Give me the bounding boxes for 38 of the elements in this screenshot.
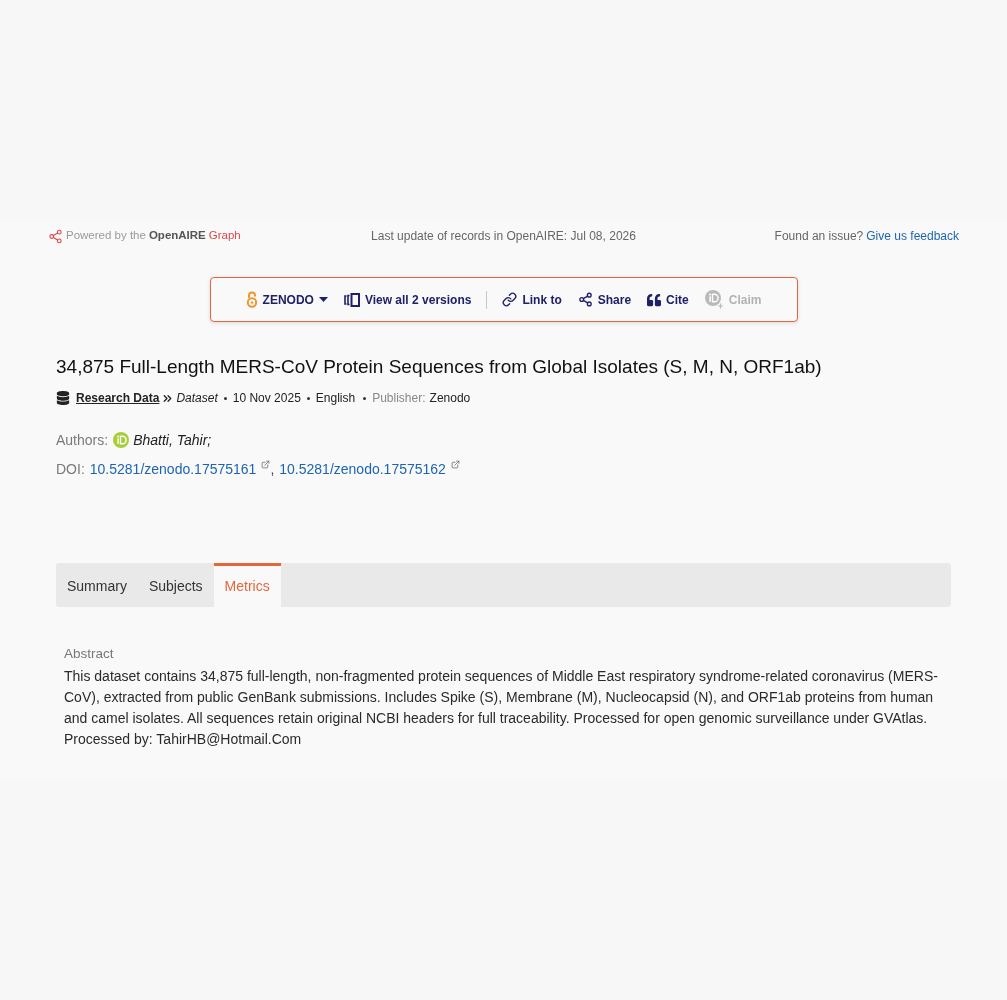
source-dropdown[interactable]: ZENODO [245,290,328,309]
share-icon [48,228,63,244]
database-icon [56,391,70,405]
link-to-button[interactable]: Link to [502,290,562,309]
feedback-link[interactable]: Give us feedback [866,227,959,245]
record-language: English [315,390,356,407]
doi-separator: , [270,459,275,479]
quote-icon [647,292,662,307]
last-update-text: Last update of records in OpenAIRE: Jul 08, 2026 [371,228,636,245]
authors-label: Authors: [56,430,109,450]
external-link-icon [450,459,460,469]
doi-label: DOI: [56,459,85,479]
external-link-icon [261,459,271,469]
doi-link[interactable]: 10.5281/zenodo.17575161 [89,458,257,480]
abstract-text: This dataset contains 34,875 full-length, non-fragmented protein sequences of Middle East respiratory syndrome-related coronavirus (MERS-CoV), extracted from public GenBank submissions. Includes Spike (S), Membrane (M), Nucleocapsid (N), and ORF1ab proteins from human and camel isolates. All sequences retain original NCBI headers for full traceability. Processed for open genomic surveillance under GVAtlas. [64,667,939,728]
versions-icon [343,292,360,307]
publisher-name: Zenodo [429,390,471,407]
powered-by-link[interactable]: Powered by the OpenAIRE Graph [48,227,241,245]
record-subtype: Dataset [176,390,218,407]
orcid-plus-icon [704,290,724,309]
share-icon [577,292,593,307]
versions-link[interactable]: View all 2 versions [343,290,472,309]
cite-button[interactable]: Cite [647,290,689,309]
share-button[interactable]: Share [577,290,632,309]
tab[interactable]: Subjects [137,563,214,607]
record-title: 34,875 Full-Length MERS-CoV Protein Sequences from Global Isolates (S, M, N, ORF1ab) [56,355,823,379]
publisher-label: Publisher: [372,390,426,407]
research-data-link[interactable]: Research Data [76,389,160,407]
author-name[interactable]: Bhatti, Tahir; [133,429,212,451]
open-lock-icon [245,291,258,308]
caret-icon [318,297,328,302]
record-date: 10 Nov 2025 [232,390,301,407]
link-icon [502,292,518,307]
feedback-prompt: Found an issue? [774,228,864,245]
abstract-heading: Abstract [64,645,115,663]
processed-by-text: Processed by: TahirHB@Hotmail.Com [64,730,303,749]
doi-link[interactable]: 10.5281/zenodo.17575162 [279,458,446,480]
tab[interactable]: Summary [56,563,138,607]
